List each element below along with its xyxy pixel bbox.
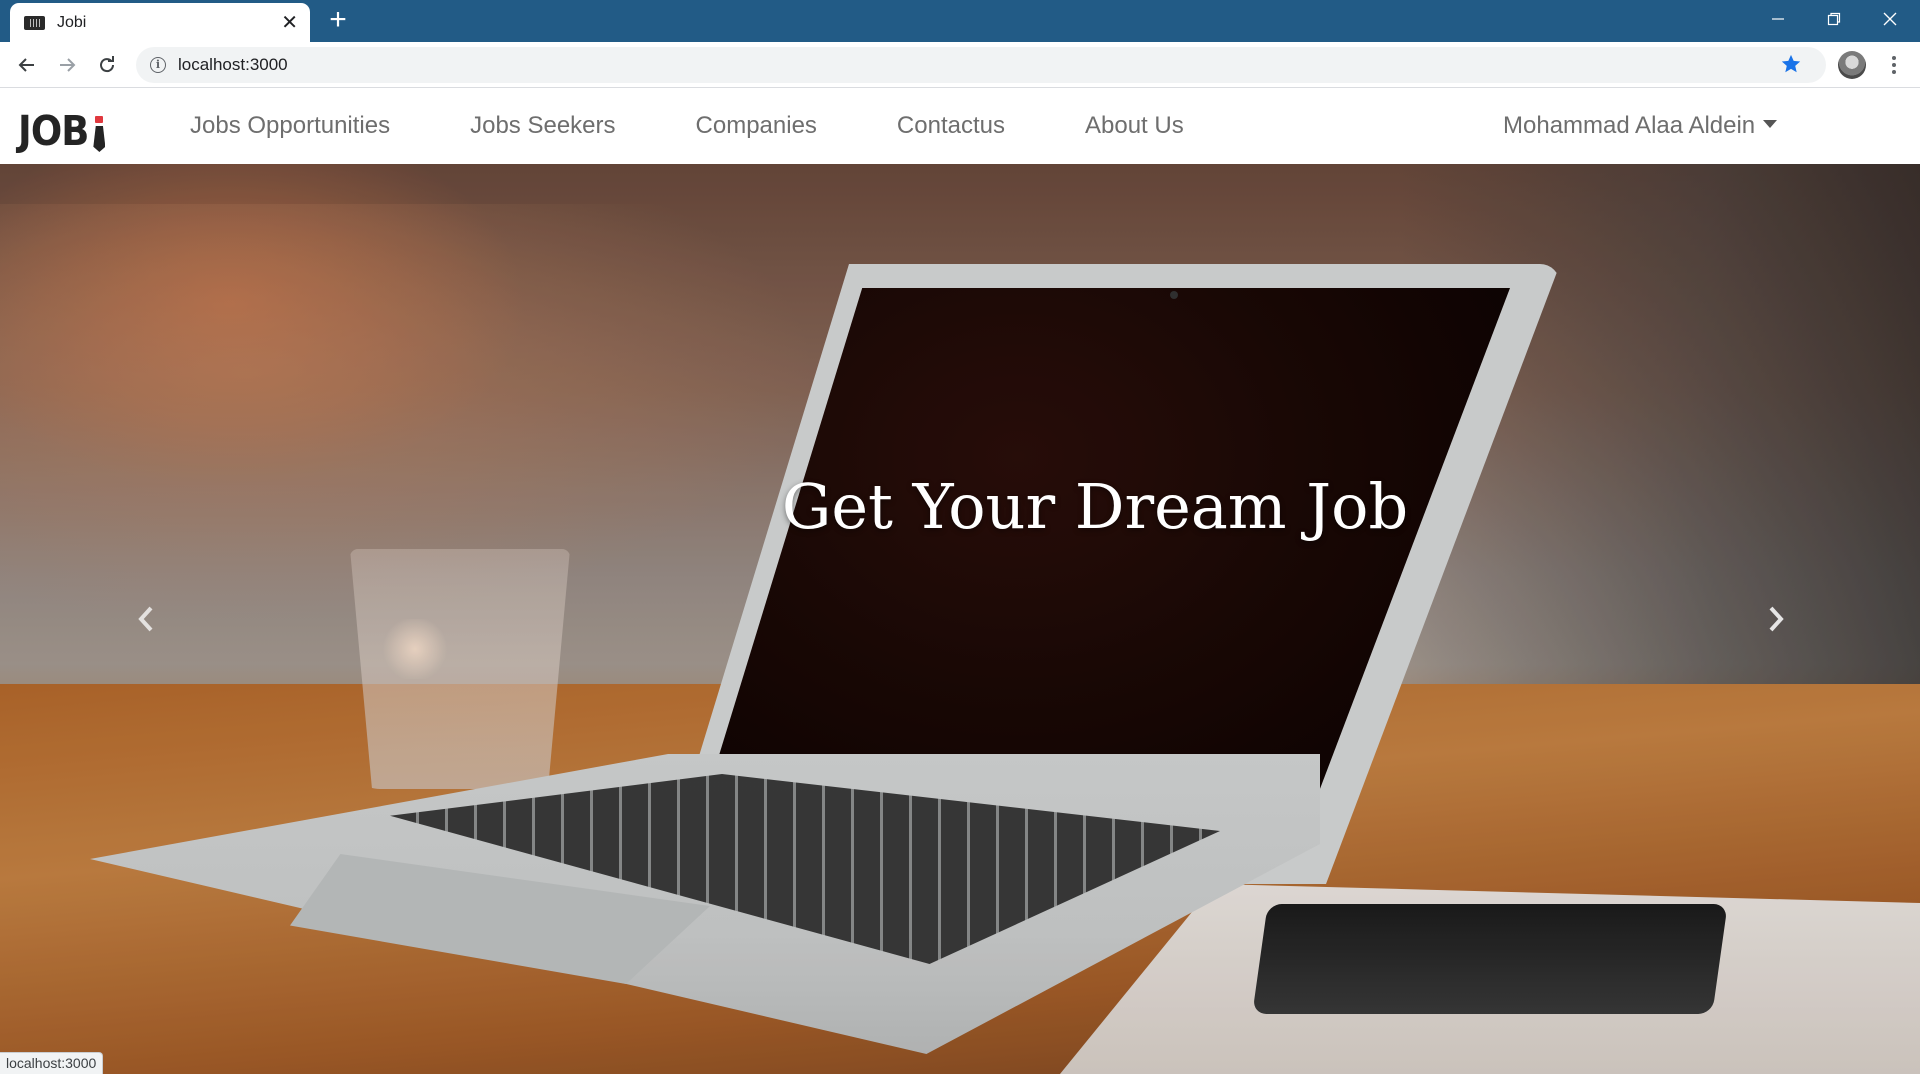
nav-jobs-opportunities[interactable]: Jobs Opportunities bbox=[190, 112, 390, 140]
new-tab-button[interactable]: + bbox=[324, 5, 352, 35]
close-icon bbox=[1883, 12, 1897, 26]
reload-button[interactable] bbox=[92, 50, 122, 80]
browser-tab[interactable]: Jobi ✕ bbox=[10, 3, 310, 42]
site-logo[interactable]: JOB bbox=[18, 104, 106, 152]
minimize-button[interactable] bbox=[1750, 0, 1806, 38]
user-name: Mohammad Alaa Aldein bbox=[1503, 112, 1756, 139]
main-nav: Jobs Opportunities Jobs Seekers Companie… bbox=[190, 88, 1264, 164]
nav-contactus[interactable]: Contactus bbox=[897, 112, 1005, 140]
close-window-button[interactable] bbox=[1862, 0, 1918, 38]
carousel-prev-button[interactable] bbox=[126, 594, 166, 644]
chevron-right-icon bbox=[1769, 606, 1784, 632]
carousel-next-button[interactable] bbox=[1756, 594, 1796, 644]
nav-about-us[interactable]: About Us bbox=[1085, 112, 1184, 140]
profile-avatar[interactable] bbox=[1838, 51, 1866, 79]
logo-text: JOB bbox=[18, 107, 89, 155]
url-text: localhost:3000 bbox=[178, 55, 288, 74]
back-arrow-icon bbox=[18, 58, 34, 72]
bookmark-star-icon[interactable] bbox=[1780, 53, 1802, 80]
address-bar[interactable]: i localhost:3000 bbox=[136, 47, 1826, 83]
info-icon[interactable]: i bbox=[150, 57, 166, 73]
tab-close-icon[interactable]: ✕ bbox=[281, 13, 298, 33]
minimize-icon bbox=[1772, 18, 1784, 20]
restore-button[interactable] bbox=[1806, 0, 1862, 38]
bottom-strip bbox=[0, 1074, 1920, 1080]
caret-down-icon bbox=[1763, 120, 1778, 128]
user-dropdown[interactable]: Mohammad Alaa Aldein bbox=[1503, 88, 1778, 164]
more-vert-icon[interactable] bbox=[1882, 50, 1906, 80]
chevron-left-icon bbox=[138, 606, 153, 632]
status-url-bubble: localhost:3000 bbox=[0, 1052, 104, 1074]
hero-caption: Get Your Dream Job bbox=[781, 470, 1409, 543]
nav-jobs-seekers[interactable]: Jobs Seekers bbox=[470, 112, 615, 140]
back-button[interactable] bbox=[12, 50, 42, 80]
nav-companies[interactable]: Companies bbox=[696, 112, 817, 140]
forward-button[interactable] bbox=[52, 50, 82, 80]
favicon-icon bbox=[24, 15, 45, 30]
hero-carousel: Get Your Dream Job bbox=[0, 164, 1920, 1074]
logo-i-mark-icon bbox=[92, 114, 106, 152]
browser-toolbar: i localhost:3000 bbox=[0, 42, 1920, 88]
restore-icon bbox=[1827, 12, 1841, 26]
browser-titlebar: Jobi ✕ + bbox=[0, 0, 1920, 42]
site-navbar: JOB Jobs Opportunities Jobs Seekers Comp… bbox=[0, 88, 1920, 164]
forward-arrow-icon bbox=[60, 58, 76, 72]
tab-title: Jobi bbox=[57, 13, 87, 31]
reload-icon bbox=[100, 56, 115, 73]
